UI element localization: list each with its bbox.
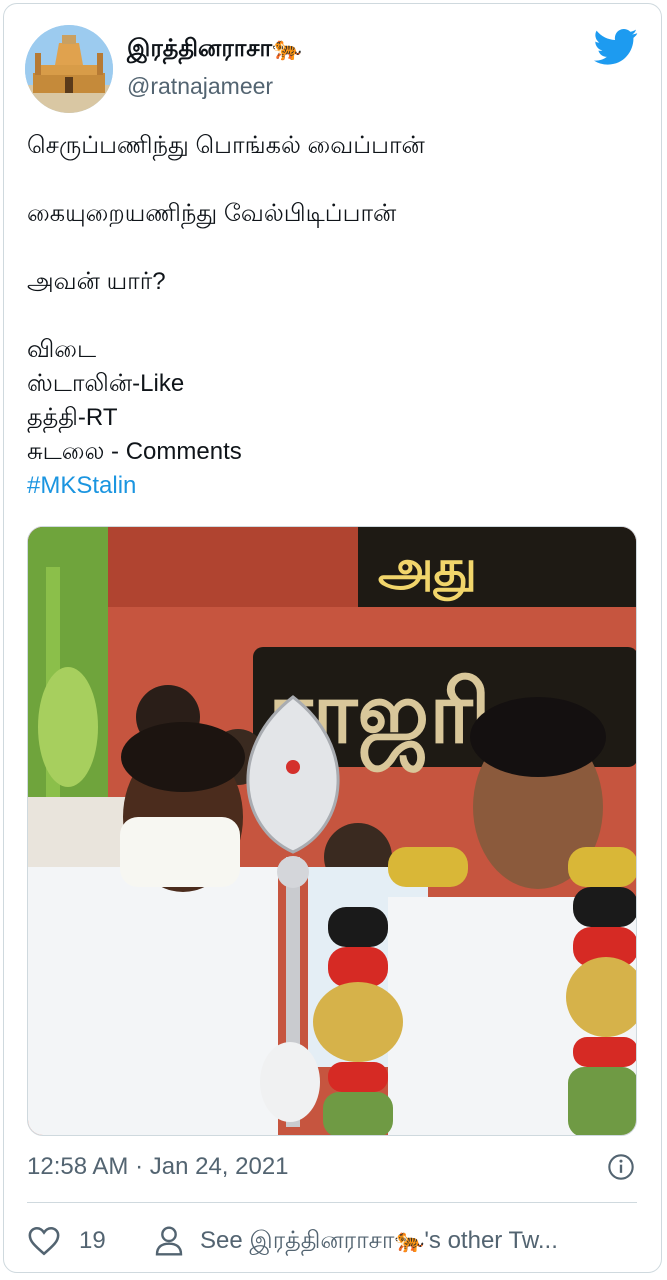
hashtag-link[interactable]: #MKStalin xyxy=(27,469,627,503)
tweet-line: செருப்பணிந்து பொங்கல் வைப்பான் xyxy=(27,132,425,159)
tweet-line: தத்தி-RT xyxy=(27,404,118,431)
info-icon[interactable] xyxy=(607,1153,635,1181)
tweet-line: கையுறையணிந்து வேல்பிடிப்பான் xyxy=(27,200,397,227)
event-photo: அது ராஜரி xyxy=(28,527,636,1135)
tweet-photo[interactable]: அது ராஜரி xyxy=(27,526,637,1136)
heart-icon xyxy=(28,1226,60,1256)
temple-avatar-image xyxy=(25,25,113,113)
tweet-card[interactable]: இரத்தினராசா🐅 @ratnajameer செருப்பணிந்து … xyxy=(3,3,662,1273)
user-handle[interactable]: @ratnajameer xyxy=(127,73,273,100)
avatar[interactable] xyxy=(25,25,113,113)
tweet-line: சுடலை - Comments xyxy=(27,438,242,465)
svg-text:அது: அது xyxy=(378,539,477,601)
tweet-timestamp[interactable]: 12:58 AM · Jan 24, 2021 xyxy=(27,1153,289,1181)
like-count: 19 xyxy=(79,1227,106,1254)
divider xyxy=(27,1202,637,1203)
display-name[interactable]: இரத்தினராசா🐅 xyxy=(127,34,302,65)
tweet-line: அவன் யார்? xyxy=(27,268,166,295)
tweet-line: ஸ்டாலின்-Like xyxy=(27,370,185,397)
tweet-body: செருப்பணிந்து பொங்கல் வைப்பான் கையுறையணி… xyxy=(27,129,627,503)
tweet-line: விடை xyxy=(27,336,97,363)
person-icon xyxy=(155,1226,183,1256)
like-button[interactable]: 19 xyxy=(27,1224,106,1258)
twitter-bird-icon[interactable] xyxy=(594,28,638,66)
see-other-tweets-link[interactable]: See இரத்தினராசா🐅's other Tw... xyxy=(154,1224,558,1258)
other-tweets-label: See இரத்தினராசா🐅's other Tw... xyxy=(200,1226,558,1254)
